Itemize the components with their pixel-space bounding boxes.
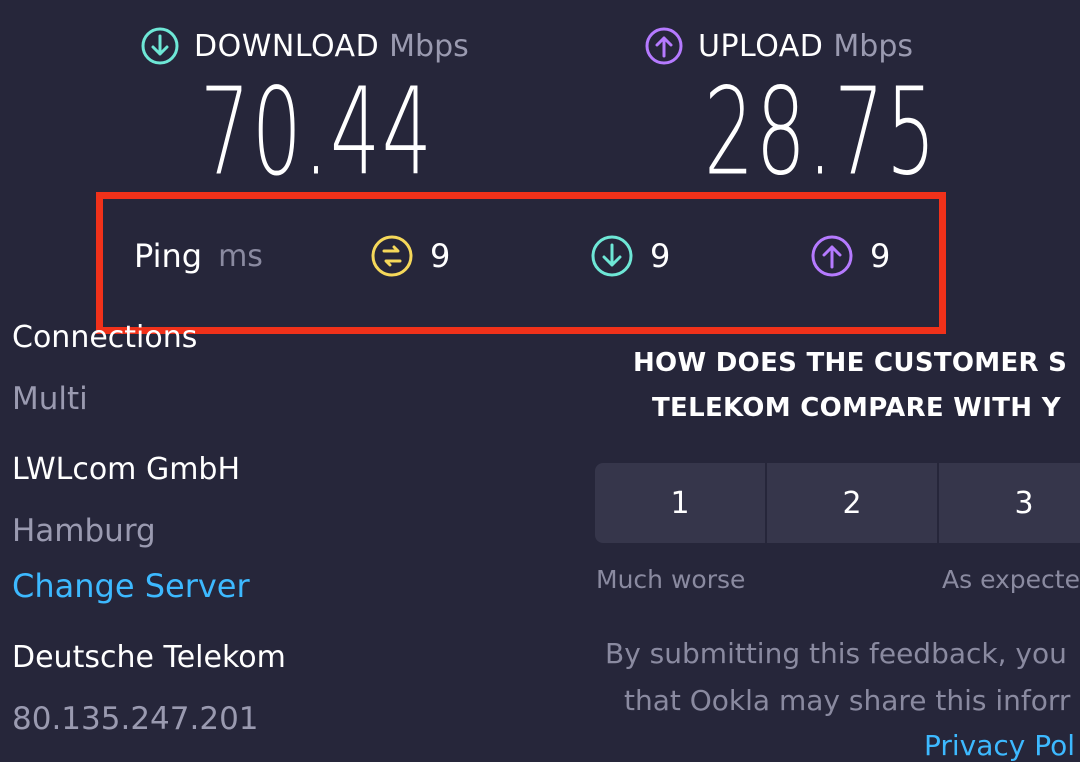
rating-button-2[interactable]: 2 xyxy=(767,463,939,543)
upload-arrow-circle-icon xyxy=(645,27,683,65)
upload-unit: Mbps xyxy=(833,28,914,64)
ping-download: 9 xyxy=(590,232,670,280)
server-location: Hamburg xyxy=(12,513,156,549)
download-arrow-circle-icon xyxy=(141,27,179,65)
ping-label: Ping xyxy=(134,237,203,275)
ping-unit: ms xyxy=(218,238,263,274)
provider-ip: 80.135.247.201 xyxy=(12,701,259,737)
connections-value: Multi xyxy=(12,381,88,417)
ping-download-value: 9 xyxy=(650,237,671,275)
feedback-disclaimer-line2: that Ookla may share this inforr xyxy=(624,684,1071,717)
feedback-question-line2: TELEKOM COMPARE WITH Y xyxy=(652,393,1061,423)
rating-button-3[interactable]: 3 xyxy=(939,463,1080,543)
upload-label: UPLOAD xyxy=(698,28,824,64)
ping-upload: 9 xyxy=(810,232,890,280)
download-label: DOWNLOAD xyxy=(194,28,380,64)
rating-mid-label: As expecte xyxy=(942,565,1080,594)
upload-header: UPLOAD Mbps xyxy=(644,26,913,66)
download-unit: Mbps xyxy=(389,28,469,64)
ping-title: Ping ms xyxy=(134,232,263,280)
upload-value: 28.75 xyxy=(704,62,938,202)
ping-idle-value: 9 xyxy=(430,237,451,275)
ping-upload-value: 9 xyxy=(870,237,891,275)
upload-latency-icon xyxy=(811,235,853,277)
privacy-policy-link[interactable]: Privacy Pol xyxy=(924,729,1075,762)
feedback-question-line1: HOW DOES THE CUSTOMER S xyxy=(633,348,1068,378)
change-server-link[interactable]: Change Server xyxy=(12,567,250,605)
rating-scale: 1 2 3 xyxy=(595,463,1080,543)
rating-low-label: Much worse xyxy=(596,565,746,594)
ping-idle: 9 xyxy=(370,232,450,280)
server-name: LWLcom GmbH xyxy=(12,452,241,487)
rating-button-1[interactable]: 1 xyxy=(595,463,767,543)
download-latency-icon xyxy=(591,235,633,277)
provider-name: Deutsche Telekom xyxy=(12,640,286,675)
connections-title: Connections xyxy=(12,320,198,355)
feedback-disclaimer-line1: By submitting this feedback, you xyxy=(605,637,1067,670)
download-value: 70.44 xyxy=(200,62,434,202)
idle-latency-icon xyxy=(371,235,413,277)
download-header: DOWNLOAD Mbps xyxy=(140,26,469,66)
